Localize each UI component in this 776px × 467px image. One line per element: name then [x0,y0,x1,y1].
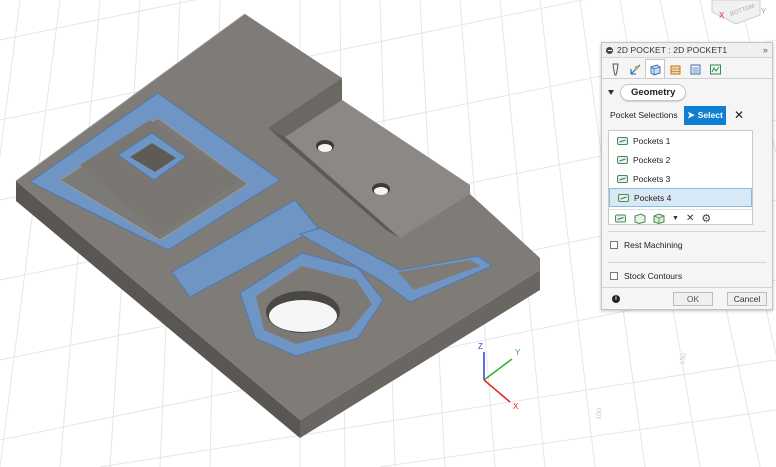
ok-button[interactable]: OK [673,291,713,306]
chevron-down-icon[interactable]: ▼ [672,215,679,222]
add-solid-button[interactable] [653,213,665,224]
axis-triad [483,352,513,403]
list-item-label: Pockets 1 [633,135,671,146]
list-item[interactable]: Pockets 3 [609,169,752,188]
passes-icon [670,65,680,75]
tab-simulation[interactable] [705,60,725,78]
svg-text:Y: Y [761,7,767,16]
face-select-icon [634,213,646,224]
collapse-icon[interactable] [606,46,613,54]
list-item-selected[interactable]: Pockets 4 [609,188,752,207]
stock-contours-row[interactable]: Stock Contours [602,265,772,287]
axis-x-label: X [513,402,519,411]
pocket-selections-row: Pocket Selections ➤ Select ✕ [602,104,772,126]
select-button[interactable]: ➤ Select [684,105,726,125]
axis-y-label: Y [515,348,521,357]
geometry-section-title: Geometry [620,83,687,101]
tab-tool[interactable] [605,60,625,78]
pocket-selection-list: Pockets 1 Pockets 2 Pockets 3 Pockets 4 … [608,130,753,225]
linking-icon [690,64,700,75]
dialog-title: 2D POCKET : 2D POCKET1 [617,45,728,55]
pocket-chain-icon [617,155,628,164]
pocket-add-icon [615,214,626,223]
divider [608,231,766,232]
dialog-footer: i OK Cancel [602,287,772,309]
cancel-button[interactable]: Cancel [727,291,767,306]
rest-machining-row[interactable]: Rest Machining [602,234,772,256]
heights-icon [629,64,640,75]
tool-icon [611,63,619,76]
rest-machining-checkbox[interactable] [610,241,618,249]
select-button-label: Select [697,110,723,120]
solid-select-icon [653,213,665,224]
tab-linking[interactable] [685,60,705,78]
info-icon[interactable]: i [612,294,620,303]
list-item-label: Pockets 2 [633,154,671,165]
list-item[interactable]: Pockets 1 [609,131,752,150]
tab-passes[interactable] [665,60,685,78]
geometry-icon [650,63,660,76]
stock-contours-label: Stock Contours [624,271,683,281]
selection-toolbar: ▼ ✕ ⚙ [609,209,752,227]
cursor-arrow-icon: ➤ [687,109,695,120]
2d-pocket-dialog: 2D POCKET : 2D POCKET1 » Geometry Pocket… [601,42,773,310]
stock-contours-checkbox[interactable] [610,272,618,280]
svg-text:X: X [719,11,725,20]
pocket-selections-label: Pocket Selections [610,110,678,120]
svg-text:150: 150 [679,353,688,366]
add-pocket-button[interactable] [615,213,627,224]
remove-selection-icon[interactable]: ✕ [686,213,694,224]
pocket-chain-icon [618,193,629,202]
pocket-chain-icon [617,136,628,145]
collapse-triangle-icon[interactable] [608,89,614,95]
pocket-chain-icon [617,174,628,183]
axis-z-label: Z [478,342,483,351]
dialog-tabs [602,58,772,79]
double-chevron-right-icon[interactable]: » [763,45,768,55]
simulation-icon [709,64,721,75]
dialog-title-bar[interactable]: 2D POCKET : 2D POCKET1 » [602,43,772,58]
view-cube[interactable]: BOTTOM X Y [711,0,767,25]
clear-selection-icon[interactable]: ✕ [734,108,744,122]
divider [608,262,766,263]
list-item-label: Pockets 3 [633,173,671,184]
svg-text:100: 100 [595,408,604,421]
gear-icon[interactable]: ⚙ [701,212,711,225]
rest-machining-label: Rest Machining [624,240,683,250]
tab-heights[interactable] [625,60,645,78]
tab-geometry[interactable] [645,59,665,78]
add-face-button[interactable] [634,213,646,224]
geometry-section-header[interactable]: Geometry [602,82,772,102]
list-item[interactable]: Pockets 2 [609,150,752,169]
list-item-label: Pockets 4 [634,192,672,203]
